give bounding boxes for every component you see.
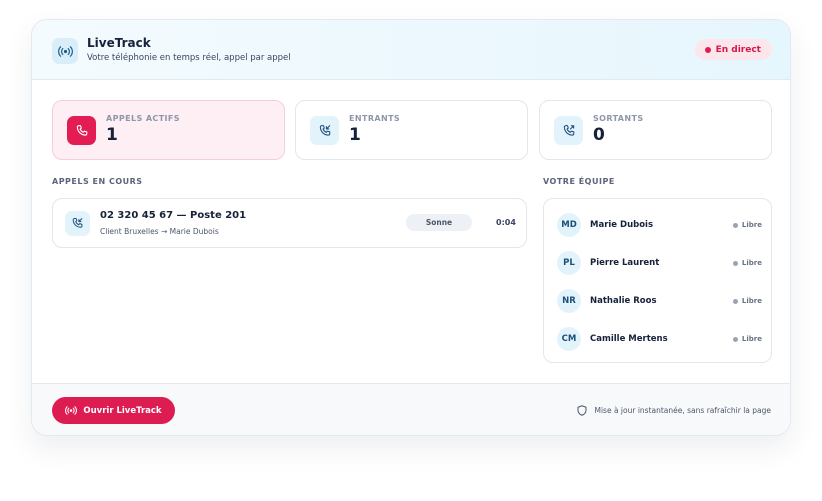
incoming-call-icon [65,211,90,236]
avatar: MD [557,213,581,237]
team-member[interactable]: NR Nathalie Roos Libre [557,289,762,313]
app-subtitle: Votre téléphonie en temps réel, appel pa… [87,53,291,63]
outgoing-call-icon [554,116,583,145]
member-status-label: Libre [741,297,762,305]
stat-outgoing-calls: SORTANTS 0 [539,100,772,160]
team-panel: MD Marie Dubois Libre PL Pierre Laurent … [543,198,772,363]
ongoing-calls-title: APPELS EN COURS [52,177,143,186]
status-dot-icon [732,336,738,342]
team-member[interactable]: CM Camille Mertens Libre [557,327,762,351]
status-dot-icon [732,222,738,228]
team-member[interactable]: PL Pierre Laurent Libre [557,251,762,275]
app-title: LiveTrack [87,36,151,50]
shield-icon [577,405,587,416]
member-name: Marie Dubois [590,220,654,230]
member-status: Libre [732,259,762,267]
member-status-label: Libre [741,221,762,229]
stat-value: 1 [349,125,361,145]
member-status: Libre [732,335,762,343]
live-status-label: En direct [715,44,761,55]
avatar: PL [557,251,581,275]
incoming-call-icon [310,116,339,145]
avatar: CM [557,327,581,351]
stat-value: 1 [106,125,118,145]
broadcast-icon [65,406,78,415]
card-header: LiveTrack Votre téléphonie en temps réel… [32,20,790,80]
live-status-badge: En direct [694,39,772,60]
stat-label: APPELS ACTIFS [106,114,180,123]
update-note: Mise à jour instantanée, sans rafraîchir… [577,405,771,416]
stat-active-calls: APPELS ACTIFS 1 [52,100,285,160]
call-row[interactable]: 02 320 45 67 — Poste 201 Client Bruxelle… [52,198,527,248]
open-livetrack-button[interactable]: Ouvrir LiveTrack [52,397,175,424]
stat-label: ENTRANTS [349,114,401,123]
call-duration: 0:04 [496,218,516,227]
status-dot-icon [732,298,738,304]
member-status: Libre [732,297,762,305]
member-status-label: Libre [741,335,762,343]
member-status-label: Libre [741,259,762,267]
status-dot-icon [732,260,738,266]
member-name: Pierre Laurent [590,258,660,268]
live-dot-icon [704,46,711,53]
member-name: Nathalie Roos [590,296,657,306]
call-status-badge: Sonne [406,214,472,231]
member-name: Camille Mertens [590,334,668,344]
call-route: Client Bruxelles → Marie Dubois [100,227,219,236]
card-footer: Ouvrir LiveTrack Mise à jour instantanée… [32,383,790,435]
call-number: 02 320 45 67 — Poste 201 [100,210,247,221]
stat-incoming-calls: ENTRANTS 1 [295,100,528,160]
avatar: NR [557,289,581,313]
phone-icon [67,116,96,145]
stat-label: SORTANTS [593,114,644,123]
update-note-text: Mise à jour instantanée, sans rafraîchir… [594,406,771,415]
team-title: VOTRE ÉQUIPE [543,177,615,186]
member-status: Libre [732,221,762,229]
broadcast-icon [52,38,78,64]
team-member[interactable]: MD Marie Dubois Libre [557,213,762,237]
stat-value: 0 [593,125,605,145]
livetrack-card: LiveTrack Votre téléphonie en temps réel… [31,19,791,436]
open-livetrack-label: Ouvrir LiveTrack [83,405,162,416]
